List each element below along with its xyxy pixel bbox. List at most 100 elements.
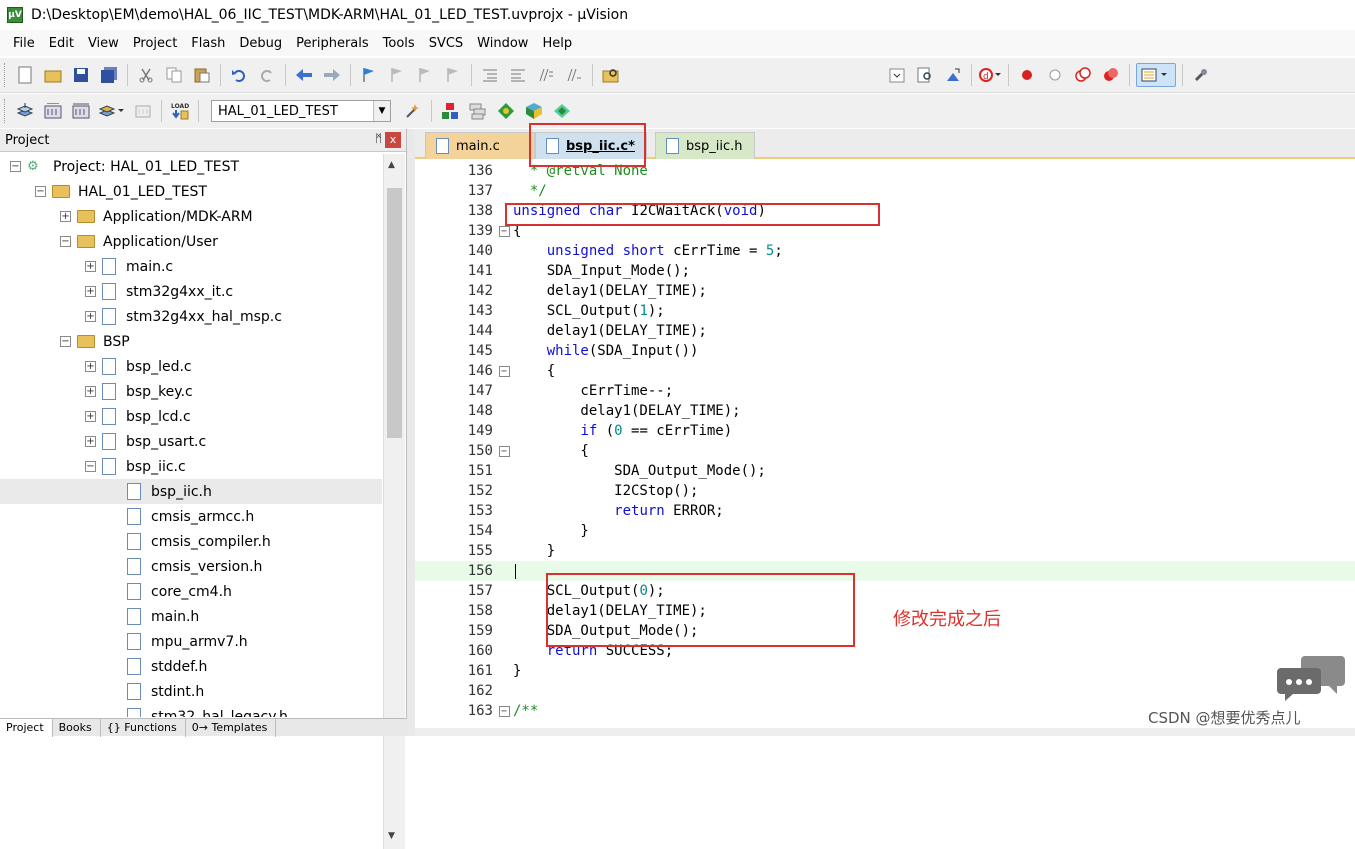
comment-icon[interactable] <box>534 63 558 87</box>
code-line[interactable]: 136 * @retval None <box>415 161 1355 181</box>
tree-item[interactable]: + Application/MDK-ARM <box>0 204 382 229</box>
menu-peripherals[interactable]: Peripherals <box>289 36 376 51</box>
collapse-icon[interactable]: − <box>10 161 21 172</box>
menu-debug[interactable]: Debug <box>232 36 289 51</box>
find-in-files-icon[interactable] <box>599 63 623 87</box>
code-line[interactable]: 140 unsigned short cErrTime = 5; <box>415 241 1355 261</box>
kill-all-breakpoints-icon[interactable] <box>1099 63 1123 87</box>
menu-file[interactable]: File <box>6 36 42 51</box>
expand-icon[interactable]: + <box>85 261 96 272</box>
menu-window[interactable]: Window <box>470 36 535 51</box>
disable-breakpoint-icon[interactable] <box>1043 63 1067 87</box>
tree-item[interactable]: + bsp_led.c <box>0 354 382 379</box>
tree-item[interactable]: − bsp_iic.c <box>0 454 382 479</box>
tree-item[interactable]: + bsp_usart.c <box>0 429 382 454</box>
code-line[interactable]: 155 } <box>415 541 1355 561</box>
tree-item[interactable]: cmsis_compiler.h <box>0 529 382 554</box>
chevron-down-icon[interactable]: ▼ <box>373 101 390 121</box>
tree-item[interactable]: − Application/User <box>0 229 382 254</box>
expand-icon[interactable]: + <box>85 311 96 322</box>
fold-collapse-icon[interactable]: − <box>497 441 511 461</box>
menu-help[interactable]: Help <box>535 36 579 51</box>
rebuild-icon[interactable] <box>69 99 93 123</box>
manage-components-icon[interactable] <box>438 99 462 123</box>
code-line[interactable]: 154 } <box>415 521 1355 541</box>
bookmark-clear-icon[interactable] <box>441 63 465 87</box>
undo-icon[interactable] <box>227 63 251 87</box>
close-panel-button[interactable]: x <box>385 132 401 148</box>
expand-icon[interactable]: + <box>85 411 96 422</box>
configure-wrench-icon[interactable] <box>1189 63 1213 87</box>
code-line[interactable]: 145 while(SDA_Input()) <box>415 341 1355 361</box>
tree-item[interactable]: main.h <box>0 604 382 629</box>
bookmark-prev-icon[interactable] <box>385 63 409 87</box>
tab-books[interactable]: Books <box>53 719 101 737</box>
target-combobox[interactable]: HAL_01_LED_TEST ▼ <box>211 100 391 122</box>
expand-icon[interactable]: + <box>85 436 96 447</box>
code-line[interactable]: 142 delay1(DELAY_TIME); <box>415 281 1355 301</box>
pack-installer-icon[interactable] <box>522 99 546 123</box>
scroll-down-arrow-icon[interactable]: ▼ <box>388 831 395 841</box>
tree-item[interactable]: stm32_hal_legacy.h <box>0 704 382 717</box>
tree-item[interactable]: − ⚙ Project: HAL_01_LED_TEST <box>0 154 382 179</box>
unindent-icon[interactable] <box>506 63 530 87</box>
tree-item[interactable]: cmsis_version.h <box>0 554 382 579</box>
code-line[interactable]: 139−{ <box>415 221 1355 241</box>
code-line[interactable]: 158 delay1(DELAY_TIME); <box>415 601 1355 621</box>
expand-icon[interactable]: + <box>85 361 96 372</box>
tab-templates[interactable]: 0→ Templates <box>186 719 277 737</box>
code-line[interactable]: 160 return SUCCESS; <box>415 641 1355 661</box>
code-line[interactable]: 144 delay1(DELAY_TIME); <box>415 321 1355 341</box>
toolbar-grip[interactable] <box>4 99 7 123</box>
tree-item[interactable]: cmsis_armcc.h <box>0 504 382 529</box>
code-line[interactable]: 157 SCL_Output(0); <box>415 581 1355 601</box>
save-icon[interactable] <box>69 63 93 87</box>
collapse-icon[interactable]: − <box>60 336 71 347</box>
code-line[interactable]: 161} <box>415 661 1355 681</box>
build-icon[interactable] <box>41 99 65 123</box>
nav-forward-icon[interactable] <box>320 63 344 87</box>
file-extensions-icon[interactable] <box>466 99 490 123</box>
tab-bsp-iic-c[interactable]: bsp_iic.c* <box>535 132 647 159</box>
code-line[interactable]: 147 cErrTime--; <box>415 381 1355 401</box>
batch-build-icon[interactable] <box>97 99 127 123</box>
target-options-icon[interactable] <box>401 99 425 123</box>
tab-functions[interactable]: {} Functions <box>101 719 186 737</box>
expand-icon[interactable]: + <box>85 386 96 397</box>
disable-all-breakpoints-icon[interactable] <box>1071 63 1095 87</box>
expand-icon[interactable]: + <box>60 211 71 222</box>
tree-item[interactable]: mpu_armv7.h <box>0 629 382 654</box>
fold-box[interactable]: − <box>498 365 510 377</box>
code-line[interactable]: 150− { <box>415 441 1355 461</box>
fold-box[interactable]: − <box>498 225 510 237</box>
find-icon[interactable] <box>913 63 937 87</box>
save-all-icon[interactable] <box>97 63 121 87</box>
code-line[interactable]: 156 <box>415 561 1355 581</box>
menu-flash[interactable]: Flash <box>184 36 232 51</box>
code-line[interactable]: 149 if (0 == cErrTime) <box>415 421 1355 441</box>
editor-horizontal-scrollbar[interactable] <box>415 728 1355 736</box>
code-line[interactable]: 153 return ERROR; <box>415 501 1355 521</box>
fold-collapse-icon[interactable]: − <box>497 701 511 721</box>
menu-edit[interactable]: Edit <box>42 36 81 51</box>
fold-box[interactable]: − <box>498 705 510 717</box>
incremental-find-icon[interactable] <box>941 63 965 87</box>
tree-item[interactable]: core_cm4.h <box>0 579 382 604</box>
pin-icon[interactable]: ᛗ <box>375 132 382 145</box>
collapse-icon[interactable]: − <box>60 236 71 247</box>
redo-icon[interactable] <box>255 63 279 87</box>
paste-icon[interactable] <box>190 63 214 87</box>
indent-icon[interactable] <box>478 63 502 87</box>
code-line[interactable]: 151 SDA_Output_Mode(); <box>415 461 1355 481</box>
manage-run-time-icon[interactable] <box>550 99 574 123</box>
tree-item[interactable]: − HAL_01_LED_TEST <box>0 179 382 204</box>
code-line[interactable]: 137 */ <box>415 181 1355 201</box>
code-line[interactable]: 141 SDA_Input_Mode(); <box>415 261 1355 281</box>
tab-project[interactable]: Project <box>0 719 53 737</box>
uncomment-icon[interactable] <box>562 63 586 87</box>
project-vertical-scrollbar[interactable]: ▲ ▼ <box>383 154 405 849</box>
bookmark-next-icon[interactable] <box>413 63 437 87</box>
code-line[interactable]: 159 SDA_Output_Mode(); <box>415 621 1355 641</box>
expand-icon[interactable]: + <box>85 286 96 297</box>
tree-item[interactable]: + bsp_lcd.c <box>0 404 382 429</box>
